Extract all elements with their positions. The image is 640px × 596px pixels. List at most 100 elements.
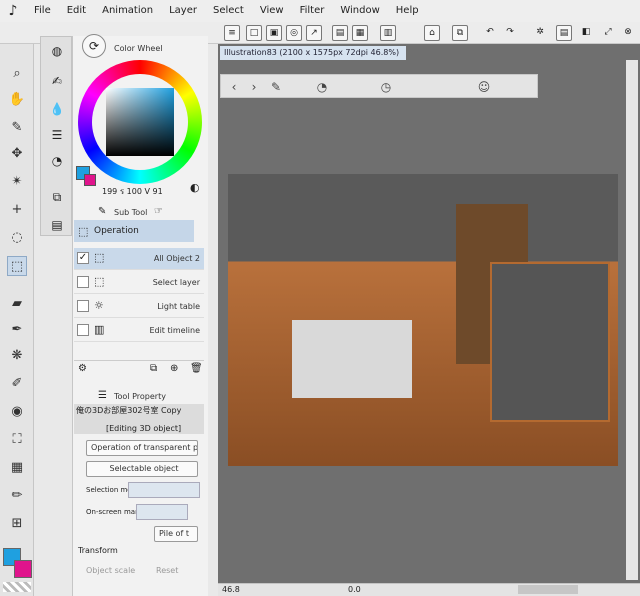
hamburger-icon[interactable]: ≡: [224, 25, 240, 41]
subtool-settings-icon[interactable]: ⚙: [78, 363, 87, 374]
sliders-icon[interactable]: ☰: [47, 125, 67, 145]
menu-layer[interactable]: Layer: [161, 0, 205, 22]
subtool-checkbox[interactable]: ✓: [77, 252, 89, 264]
menu-file[interactable]: File: [26, 0, 59, 22]
menu-view[interactable]: View: [252, 0, 292, 22]
auto-select-icon[interactable]: ✴: [7, 172, 27, 192]
subtool-label: Select layer: [152, 278, 200, 287]
subtool-item[interactable]: ☼ Light table: [74, 296, 204, 318]
close-icon[interactable]: ⊗: [620, 25, 636, 41]
gradient-icon[interactable]: ▦: [7, 458, 27, 478]
transparent-swatch[interactable]: [3, 582, 31, 592]
clear-icon[interactable]: ⌂: [424, 25, 440, 41]
subtool-footer: ⚙ ⧉ ⊕ 🗑: [74, 360, 204, 378]
move-icon[interactable]: ✥: [7, 144, 27, 164]
object-scale-label: Object scale: [86, 566, 136, 575]
tool-property-icon: ☰: [98, 390, 107, 401]
pen-icon[interactable]: ✒: [7, 320, 27, 340]
brush-icon[interactable]: ❋: [7, 346, 27, 366]
history-icon[interactable]: ◔: [313, 78, 331, 96]
menu-window[interactable]: Window: [332, 0, 387, 22]
subtool-item[interactable]: ⬚ Select layer: [74, 272, 204, 294]
figure-icon[interactable]: ✏: [7, 486, 27, 506]
subtool-checkbox[interactable]: [77, 300, 89, 312]
refresh-icon[interactable]: ⟳: [82, 34, 106, 58]
expand-icon[interactable]: ⤢: [600, 25, 616, 41]
cabinet-object[interactable]: [490, 262, 610, 422]
subtool-item[interactable]: ✓ ⬚ All Object 2: [74, 248, 204, 270]
subtool-item[interactable]: ▥ Edit timeline: [74, 320, 204, 342]
subtool-checkbox[interactable]: [77, 324, 89, 336]
cloud-icon[interactable]: ◎: [286, 25, 302, 41]
color-mode-icon[interactable]: ◐: [190, 181, 200, 194]
clock-icon[interactable]: ◷: [377, 78, 395, 96]
layers-icon[interactable]: ⧉: [47, 187, 67, 207]
current-sub-color[interactable]: [84, 174, 96, 186]
reset-button[interactable]: Reset: [156, 566, 178, 575]
pile-dropdown[interactable]: Pile of t: [154, 526, 198, 542]
navigator-icon[interactable]: ◔: [47, 151, 67, 171]
pencil-icon[interactable]: ✐: [7, 374, 27, 394]
menu-edit[interactable]: Edit: [59, 0, 94, 22]
list-icon[interactable]: ▤: [47, 215, 67, 235]
selection-mode-buttons[interactable]: [128, 482, 200, 498]
tool-property-header: 俺の3Dお部屋302号室 Copy [Editing 3D object]: [74, 404, 204, 434]
menu-select[interactable]: Select: [205, 0, 252, 22]
selectable-object-dropdown[interactable]: Selectable object: [86, 461, 198, 477]
back-icon[interactable]: ‹: [225, 78, 243, 96]
brush-size-icon[interactable]: ✍: [47, 71, 67, 91]
horizontal-scrollbar[interactable]: [518, 585, 578, 594]
subtool-label: Light table: [157, 302, 200, 311]
cross-icon[interactable]: +: [7, 200, 27, 220]
forward-icon[interactable]: ›: [245, 78, 263, 96]
subtool-checkbox[interactable]: [77, 276, 89, 288]
folder-icon[interactable]: ▦: [352, 25, 368, 41]
tool-property-tab[interactable]: Tool Property: [114, 392, 166, 401]
copy-icon[interactable]: ⧉: [452, 25, 468, 41]
menu-animation[interactable]: Animation: [94, 0, 161, 22]
import-icon[interactable]: ▤: [332, 25, 348, 41]
file-tab[interactable]: Illustration83 (2100 x 1575px 72dpi 46.8…: [220, 46, 406, 60]
ruler-icon[interactable]: ⊞: [7, 514, 27, 534]
undo-icon[interactable]: ↶: [482, 25, 498, 41]
airbrush-icon[interactable]: ◉: [7, 402, 27, 422]
menu-help[interactable]: Help: [388, 0, 427, 22]
operation-icon: ⬚: [78, 225, 89, 238]
onscreen-manipulator-buttons[interactable]: [136, 504, 188, 520]
lasso-icon[interactable]: ◌: [7, 228, 27, 248]
save-icon[interactable]: ▥: [380, 25, 396, 41]
transparent-part-dropdown[interactable]: Operation of transparent part: [86, 440, 198, 456]
sub-color-swatch[interactable]: [14, 560, 32, 578]
figure-icon[interactable]: ☺: [475, 78, 493, 96]
eyedropper-icon[interactable]: ✎: [7, 118, 27, 138]
color-wheel-tab[interactable]: Color Wheel: [114, 44, 162, 53]
export-icon[interactable]: ↗: [306, 25, 322, 41]
split-icon[interactable]: ◧: [578, 25, 594, 41]
vertical-scrollbar[interactable]: [626, 60, 638, 580]
copy-subtool-icon[interactable]: ⧉: [150, 363, 157, 374]
settings-icon[interactable]: ✲: [532, 25, 548, 41]
eraser-icon[interactable]: ▰: [7, 294, 27, 314]
tool-icon[interactable]: ✎: [267, 78, 285, 96]
new-subtool-icon[interactable]: ⊕: [170, 363, 178, 374]
open-file-icon[interactable]: ▣: [266, 25, 282, 41]
app-logo-icon[interactable]: ♪: [0, 3, 26, 19]
subtool-group-operation[interactable]: ⬚ Operation: [74, 220, 194, 242]
object-select-icon[interactable]: ◍: [47, 41, 67, 61]
rotation-value[interactable]: 0.0: [348, 585, 361, 594]
saturation-value-square[interactable]: [106, 88, 174, 156]
zoom-icon[interactable]: ⌕: [7, 64, 27, 84]
menu-filter[interactable]: Filter: [292, 0, 333, 22]
new-file-icon[interactable]: □: [246, 25, 262, 41]
subtool-menu-icon[interactable]: ☞: [154, 206, 163, 217]
zoom-value[interactable]: 46.8: [222, 585, 240, 594]
hand-icon[interactable]: ✋: [7, 90, 27, 110]
delete-subtool-icon[interactable]: 🗑: [190, 363, 203, 374]
redo-icon[interactable]: ↷: [502, 25, 518, 41]
operation-tool-icon[interactable]: ⬚: [7, 256, 27, 276]
rug-object[interactable]: [292, 320, 412, 398]
droplet-icon[interactable]: 💧: [47, 99, 67, 119]
subtool-tab[interactable]: Sub Tool: [114, 208, 147, 217]
layer-ops-icon[interactable]: ▤: [556, 25, 572, 41]
fill-icon[interactable]: ⛶: [7, 430, 27, 450]
